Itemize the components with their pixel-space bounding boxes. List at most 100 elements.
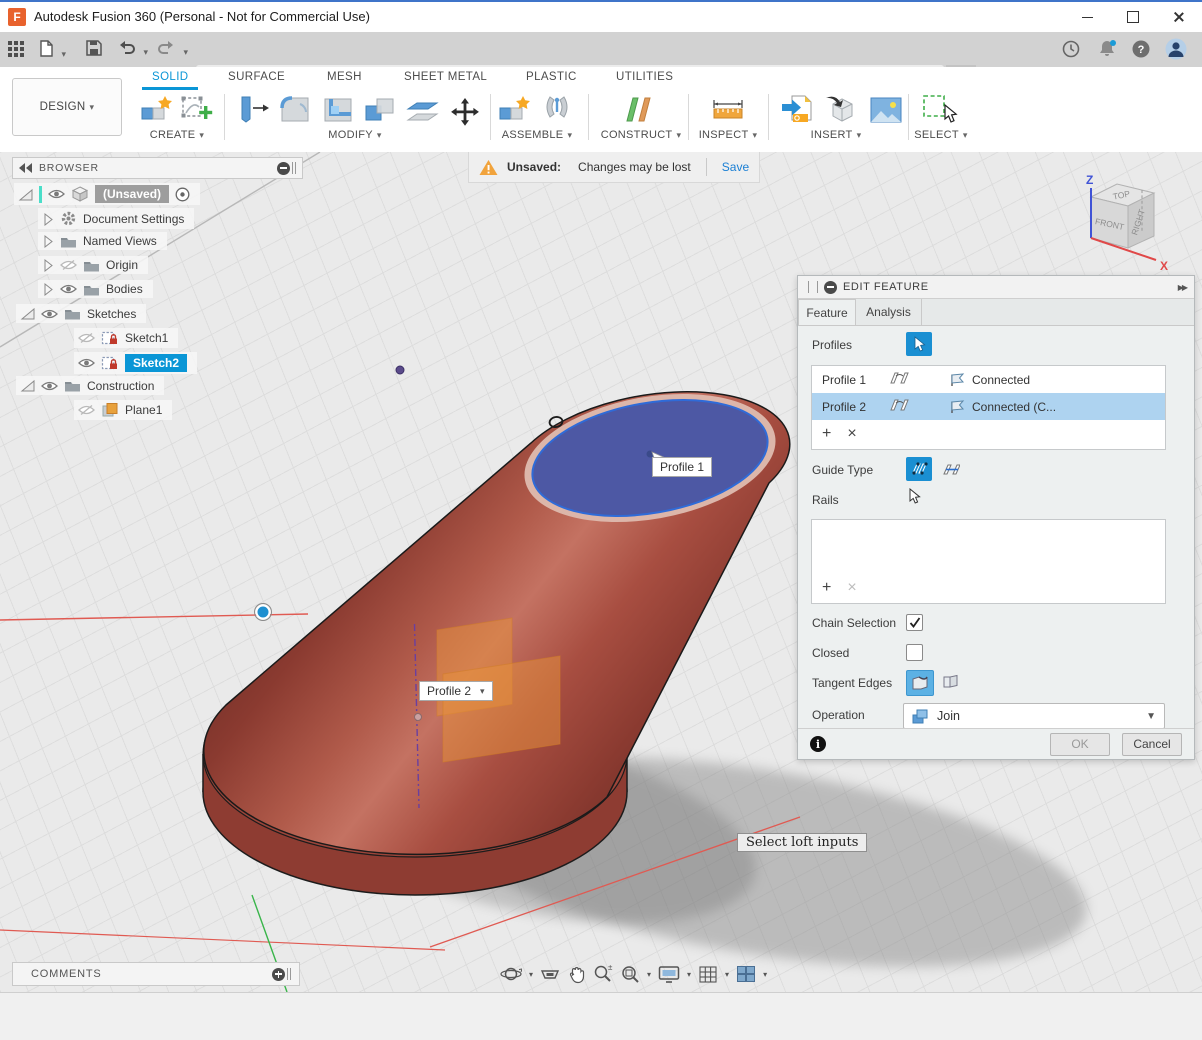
close-button[interactable] <box>1156 2 1202 32</box>
tree-label[interactable]: Sketch1 <box>125 331 168 345</box>
expander-expanded-icon[interactable] <box>20 306 35 321</box>
save-link[interactable]: Save <box>722 160 749 174</box>
save-icon[interactable] <box>86 40 102 61</box>
workspace-design-button[interactable]: DESIGN <box>12 78 122 136</box>
visibility-off-icon[interactable] <box>60 259 77 271</box>
fit-icon[interactable] <box>620 964 640 984</box>
visibility-eye-icon[interactable] <box>41 308 58 320</box>
group-construct-label[interactable]: CONSTRUCT <box>598 129 684 141</box>
browser-collapse-icon[interactable] <box>277 162 290 175</box>
clock-icon[interactable] <box>1062 40 1080 63</box>
create-form-icon[interactable] <box>140 94 174 131</box>
profile-row-1[interactable]: Profile 1 Connected <box>812 366 1165 393</box>
group-assemble-label[interactable]: ASSEMBLE <box>494 129 580 141</box>
tree-label[interactable]: Plane1 <box>125 403 162 417</box>
help-icon[interactable]: ? <box>1132 40 1150 63</box>
tree-row-plane1[interactable]: Plane1 <box>74 400 172 420</box>
orbit-caret[interactable]: ▾ <box>529 970 533 979</box>
tree-row-sketch2[interactable]: Sketch2 <box>74 352 197 374</box>
profiles-select-button[interactable] <box>906 332 932 356</box>
tree-label[interactable]: Construction <box>87 379 154 393</box>
user-avatar[interactable] <box>1165 38 1187 65</box>
display-settings-icon[interactable] <box>658 965 680 984</box>
tree-label[interactable]: Sketches <box>87 307 136 321</box>
tangent-smooth-button[interactable] <box>906 670 934 696</box>
comments-drag-handle2[interactable] <box>290 968 291 980</box>
minimize-button[interactable] <box>1064 2 1110 32</box>
fit-caret[interactable]: ▾ <box>647 970 651 979</box>
display-caret[interactable]: ▾ <box>687 970 691 979</box>
offset-face-icon[interactable] <box>404 94 442 131</box>
browser-drag-handle2[interactable] <box>295 162 296 174</box>
tree-row-bodies[interactable]: Bodies <box>38 280 153 298</box>
combine-icon[interactable] <box>362 94 400 131</box>
file-menu-icon[interactable] <box>40 40 66 62</box>
expander-expanded-icon[interactable] <box>20 378 35 393</box>
visibility-off-icon[interactable] <box>78 332 95 344</box>
grid-caret[interactable]: ▾ <box>725 970 729 979</box>
tree-row-construction[interactable]: Construction <box>16 376 164 395</box>
dialog-tab-analysis[interactable]: Analysis <box>856 299 922 325</box>
chain-selection-checkbox[interactable] <box>906 614 923 631</box>
press-pull-icon[interactable] <box>236 94 274 131</box>
profile2-origin-point[interactable] <box>415 714 422 721</box>
comments-expand-icon[interactable] <box>272 968 285 981</box>
tree-row-sketches[interactable]: Sketches <box>16 304 146 323</box>
browser-drag-handle[interactable] <box>292 162 293 174</box>
expander-collapsed-icon[interactable] <box>42 234 54 248</box>
dialog-collapse-icon[interactable] <box>824 281 837 294</box>
remove-rail-button[interactable]: × <box>847 579 856 597</box>
tree-row-named-views[interactable]: Named Views <box>38 232 167 250</box>
rails-select-cursor-icon[interactable] <box>908 488 921 509</box>
group-modify-label[interactable]: MODIFY <box>315 129 395 141</box>
tree-label-unsaved[interactable]: (Unsaved) <box>95 185 169 203</box>
comments-drag-handle[interactable] <box>287 968 288 980</box>
info-icon[interactable]: i <box>810 736 826 752</box>
tab-solid[interactable]: SOLID <box>152 71 189 83</box>
tab-plastic[interactable]: PLASTIC <box>526 71 577 83</box>
app-grid-icon[interactable] <box>8 41 24 62</box>
dialog-header[interactable]: EDIT FEATURE ▶▶ <box>798 276 1194 299</box>
tab-mesh[interactable]: MESH <box>327 71 362 83</box>
group-insert-label[interactable]: INSERT <box>800 129 872 141</box>
profile-row-2[interactable]: Profile 2 Connected (C... <box>812 393 1165 420</box>
joint-icon[interactable] <box>540 94 574 131</box>
dialog-drag-handle2[interactable] <box>817 281 818 293</box>
grid-settings-icon[interactable] <box>698 965 718 984</box>
tab-sheet-metal[interactable]: SHEET METAL <box>404 71 487 83</box>
ok-button[interactable]: OK <box>1050 733 1110 756</box>
tab-utilities[interactable]: UTILITIES <box>616 71 673 83</box>
profile2-dropdown[interactable]: Profile 2 ▾ <box>419 681 493 701</box>
activate-target-icon[interactable] <box>175 187 190 202</box>
zoom-icon[interactable]: ± <box>593 964 613 984</box>
guide-type-centerline-button[interactable] <box>938 457 964 481</box>
measure-icon[interactable] <box>710 94 746 131</box>
expander-collapsed-icon[interactable] <box>42 258 54 272</box>
tree-label-sketch2-selected[interactable]: Sketch2 <box>125 354 187 372</box>
add-profile-button[interactable]: + <box>822 425 831 443</box>
maximize-button[interactable] <box>1110 2 1156 32</box>
visibility-eye-icon[interactable] <box>78 357 95 369</box>
tree-row-document-settings[interactable]: Document Settings <box>38 208 194 229</box>
expander-expanded-icon[interactable] <box>18 187 33 202</box>
profile-flip-icon[interactable] <box>888 370 914 389</box>
visibility-off-icon[interactable] <box>78 404 95 416</box>
viewcube[interactable]: TOP FRONT RIGHT Z X <box>1068 168 1176 280</box>
insert-mesh-icon[interactable] <box>824 94 860 131</box>
add-rail-button[interactable]: + <box>822 579 831 597</box>
orbit-icon[interactable] <box>500 964 522 984</box>
tree-row-sketch1[interactable]: Sketch1 <box>74 328 178 348</box>
tree-label[interactable]: Named Views <box>83 234 157 248</box>
undo-icon[interactable] <box>118 40 148 60</box>
comments-bar[interactable]: COMMENTS <box>12 962 300 986</box>
group-select-label[interactable]: SELECT <box>906 129 976 141</box>
profile-flip-icon[interactable] <box>888 397 914 416</box>
expander-collapsed-icon[interactable] <box>42 282 54 296</box>
tree-row-origin[interactable]: Origin <box>38 256 148 274</box>
profile2-dropdown-caret[interactable]: ▾ <box>480 686 485 697</box>
redo-icon[interactable] <box>158 40 188 60</box>
dialog-tab-feature[interactable]: Feature <box>798 299 856 325</box>
tree-row-root[interactable]: (Unsaved) <box>14 183 200 205</box>
visibility-eye-icon[interactable] <box>48 188 65 200</box>
cancel-button[interactable]: Cancel <box>1122 733 1182 756</box>
